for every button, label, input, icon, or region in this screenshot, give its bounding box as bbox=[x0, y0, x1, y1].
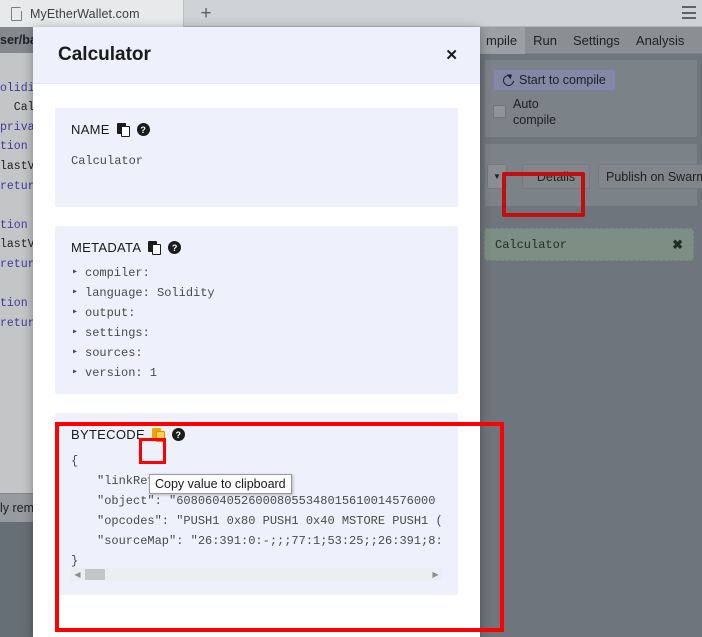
bytecode-card-heading: BYTECODE bbox=[71, 427, 145, 442]
bytecode-line: "sourceMap": "26:391:0:-;;;77:1;53:25;;2… bbox=[97, 534, 442, 548]
browser-tab[interactable]: MyEtherWallet.com bbox=[0, 0, 184, 27]
bytecode-card-header: BYTECODE ? bbox=[71, 427, 442, 442]
list-item[interactable]: language: Solidity bbox=[71, 283, 442, 303]
help-icon[interactable]: ? bbox=[168, 241, 182, 254]
copy-icon[interactable] bbox=[116, 122, 130, 137]
list-item[interactable]: sources: bbox=[71, 343, 442, 363]
contract-details-modal: Calculator ✕ NAME ? Calculator METADATA … bbox=[33, 27, 480, 637]
help-icon[interactable]: ? bbox=[171, 428, 185, 441]
page-icon bbox=[11, 6, 23, 21]
name-card-value: Calculator bbox=[71, 154, 144, 168]
scrollbar-thumb[interactable] bbox=[85, 569, 105, 580]
screenshot-root: MyEtherWallet.com + ser/ba olidit Calcu … bbox=[0, 0, 702, 637]
bytecode-open-brace: { bbox=[71, 454, 79, 468]
metadata-card-header: METADATA ? bbox=[71, 240, 442, 255]
bytecode-close-brace: } bbox=[71, 554, 79, 568]
hamburger-menu-icon[interactable] bbox=[682, 6, 696, 19]
copy-tooltip: Copy value to clipboard bbox=[149, 474, 292, 494]
name-card-heading: NAME bbox=[71, 122, 110, 137]
new-tab-button[interactable]: + bbox=[186, 0, 226, 27]
metadata-card: METADATA ? compiler: language: Solidity … bbox=[55, 226, 458, 394]
copy-icon[interactable] bbox=[151, 427, 165, 442]
modal-title: Calculator bbox=[58, 44, 151, 65]
list-item[interactable]: compiler: bbox=[71, 263, 442, 283]
bytecode-json[interactable]: { "linkReferences": {}, "object": "60806… bbox=[71, 451, 442, 571]
help-icon[interactable]: ? bbox=[136, 123, 150, 136]
browser-tab-title: MyEtherWallet.com bbox=[30, 6, 140, 21]
modal-header: Calculator ✕ bbox=[33, 27, 480, 84]
scroll-right-arrow-icon[interactable]: ▶ bbox=[429, 570, 442, 579]
list-item[interactable]: version: 1 bbox=[71, 363, 442, 383]
copy-icon[interactable] bbox=[148, 240, 162, 255]
list-item[interactable]: output: bbox=[71, 303, 442, 323]
metadata-list: compiler: language: Solidity output: set… bbox=[71, 263, 442, 383]
bytecode-line: "object": "60806040526000805534801561001… bbox=[97, 494, 442, 508]
list-item[interactable]: settings: bbox=[71, 323, 442, 343]
bytecode-horizontal-scrollbar[interactable]: ◀ ▶ bbox=[71, 568, 442, 581]
browser-tab-bar: MyEtherWallet.com + bbox=[0, 0, 702, 27]
name-card: NAME ? Calculator bbox=[55, 108, 458, 207]
name-card-header: NAME ? bbox=[71, 122, 442, 137]
bytecode-card: BYTECODE ? { "linkReferences": {}, "obje… bbox=[55, 413, 458, 595]
modal-body: NAME ? Calculator METADATA ? compiler: l… bbox=[33, 84, 480, 595]
metadata-card-heading: METADATA bbox=[71, 240, 142, 255]
close-icon[interactable]: ✕ bbox=[445, 48, 458, 63]
bytecode-line: "opcodes": "PUSH1 0x80 PUSH1 0x40 MSTORE… bbox=[97, 514, 442, 528]
scroll-left-arrow-icon[interactable]: ◀ bbox=[71, 570, 84, 579]
